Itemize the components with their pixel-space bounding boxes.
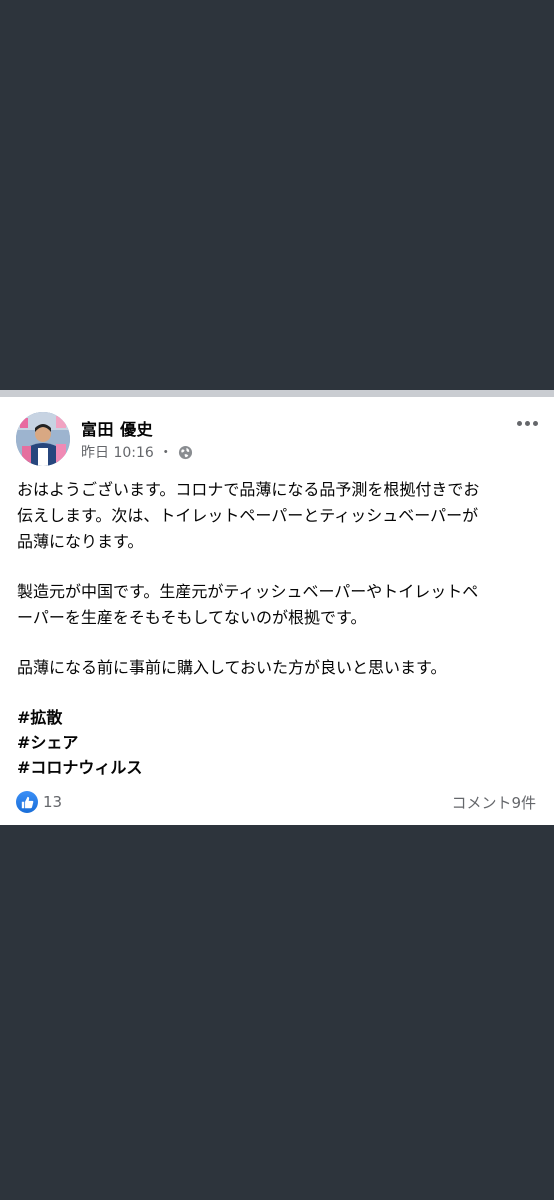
hashtag-link[interactable]: #拡散	[17, 705, 541, 730]
author-name[interactable]: 富田 優史	[81, 416, 153, 440]
post-paragraph-3: 品薄になる前に事前に購入しておいた方が良いと思います。	[17, 658, 447, 677]
post-paragraph-2: 製造元が中国です。生産元がティッシュベーパーやトイレットペ ーパーを生産をそもそ…	[17, 582, 479, 627]
reactions-summary[interactable]: 13	[16, 791, 62, 813]
more-options-icon[interactable]	[517, 421, 538, 426]
hashtag-link[interactable]: #シェア	[17, 730, 541, 755]
globe-icon	[178, 445, 193, 460]
card-top-border	[0, 390, 554, 397]
hashtag-link[interactable]: #コロナウィルス	[17, 755, 541, 780]
post-body: おはようございます。コロナで品薄になる品予測を根拠付きでお 伝えします。次は、ト…	[17, 477, 541, 780]
post-paragraph-1: おはようございます。コロナで品薄になる品予測を根拠付きでお 伝えします。次は、ト…	[17, 480, 480, 551]
author-avatar[interactable]	[16, 412, 70, 466]
post-time[interactable]: 昨日 10:16	[81, 442, 154, 462]
thumbs-up-icon	[16, 791, 38, 813]
post-card: 富田 優史 昨日 10:16 ・ おはようございます。コロナで品薄になる品予測を…	[0, 397, 554, 825]
comment-count[interactable]: コメント9件	[451, 792, 536, 813]
meta-separator: ・	[158, 445, 173, 461]
dark-background-top	[0, 0, 554, 390]
post-meta: 昨日 10:16 ・	[81, 442, 193, 462]
hashtag-list: #拡散 #シェア #コロナウィルス	[17, 705, 541, 780]
dark-background-bottom	[0, 825, 554, 1200]
reaction-count: 13	[43, 793, 63, 811]
post-footer: 13 コメント9件	[16, 791, 536, 813]
